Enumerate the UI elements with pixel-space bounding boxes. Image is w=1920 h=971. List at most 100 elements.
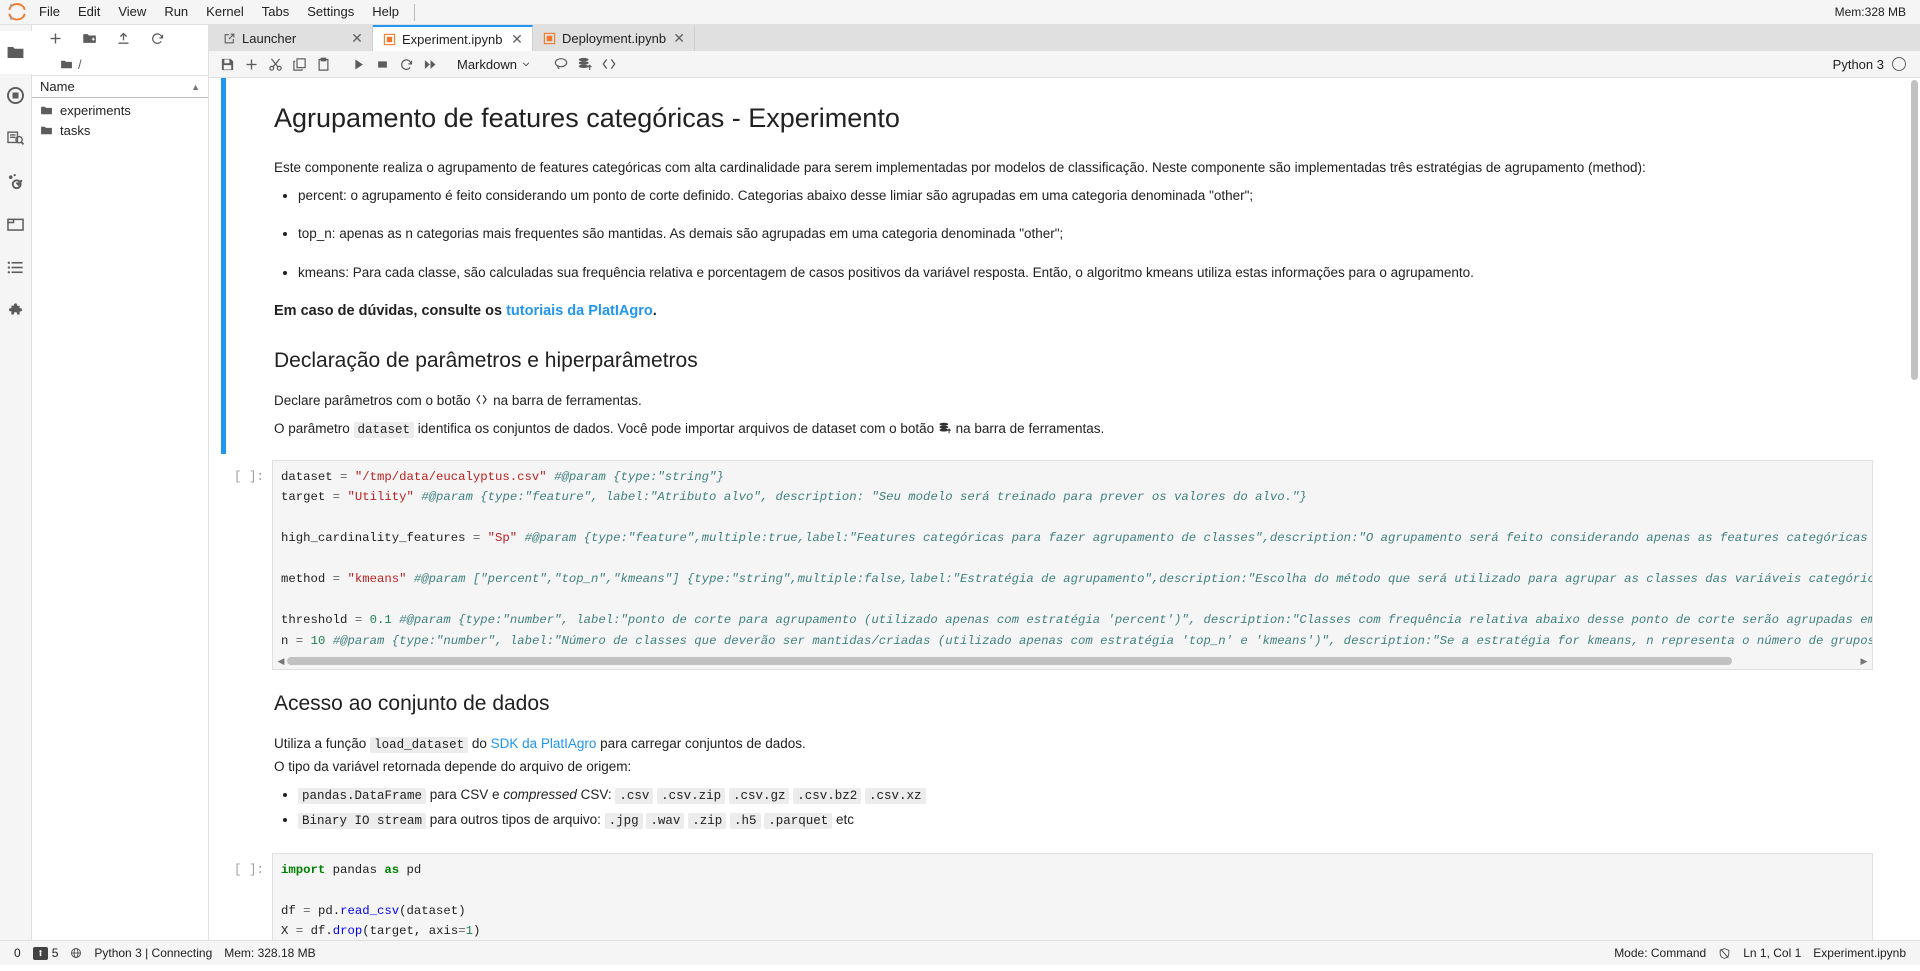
menu-help[interactable]: Help — [363, 1, 408, 23]
code-horizontal-scrollbar[interactable]: ◀ ▶ — [275, 655, 1870, 667]
new-launcher-button[interactable] — [38, 27, 72, 51]
ext-wav: .wav — [646, 812, 685, 829]
close-icon[interactable]: ✕ — [350, 31, 364, 45]
code-line — [273, 549, 1872, 570]
platiagro-dataset-button[interactable] — [549, 52, 573, 76]
sidebar-item-extension-manager[interactable] — [0, 289, 32, 332]
inline-code-dataset: dataset — [353, 421, 415, 438]
tab-experiment-notebook[interactable]: Experiment.ipynb ✕ — [373, 25, 533, 51]
scroll-right-arrow[interactable]: ▶ — [1858, 656, 1870, 667]
file-name: tasks — [60, 122, 91, 138]
dataset-text-3: na barra de ferramentas. — [951, 420, 1105, 436]
new-folder-button[interactable] — [72, 27, 106, 51]
restart-kernel-button[interactable] — [394, 52, 418, 76]
jupyter-logo-icon — [4, 1, 30, 23]
menu-edit[interactable]: Edit — [69, 1, 109, 23]
kernels-indicator[interactable]: 5 — [27, 946, 65, 960]
notebook-vertical-scrollbar[interactable] — [1909, 78, 1920, 940]
sidebar-item-open-tabs[interactable] — [0, 203, 32, 246]
cell-prompt: [ ]: — [233, 469, 264, 484]
close-icon[interactable]: ✕ — [510, 32, 524, 46]
paste-cell-button[interactable] — [311, 52, 335, 76]
main-dock-area: Launcher ✕ Experiment.ipynb ✕ Deployment… — [209, 25, 1920, 940]
sdk-link[interactable]: SDK da PlatIAgro — [491, 736, 597, 751]
close-icon[interactable]: ✕ — [672, 31, 686, 45]
upload-dataset-button[interactable] — [573, 52, 597, 76]
ext-csv-zip: .csv.zip — [657, 788, 726, 804]
kernels-count-value: 5 — [51, 946, 59, 960]
intro-paragraph: Este componente realiza o agrupamento de… — [274, 159, 1646, 175]
ext-parquet: .parquet — [764, 812, 833, 829]
restart-run-all-button[interactable] — [418, 52, 442, 76]
kernel-idle-icon[interactable] — [1712, 947, 1737, 960]
code-editor[interactable]: dataset = "/tmp/data/eucalyptus.csv" #@p… — [272, 459, 1873, 670]
scroll-thumb[interactable] — [287, 657, 1733, 665]
menu-file[interactable]: File — [30, 1, 69, 23]
sidebar-item-experiments[interactable] — [0, 117, 32, 160]
menu-kernel[interactable]: Kernel — [197, 1, 253, 23]
code-cell-parameters[interactable]: [ ]: dataset = "/tmp/data/eucalyptus.csv… — [209, 459, 1909, 670]
menu-divider — [413, 3, 415, 21]
code-line: target = "Utility" #@param {type:"featur… — [281, 490, 1307, 504]
section-title-dataset-access: Acesso ao conjunto de dados — [274, 692, 550, 715]
tutorials-link[interactable]: tutoriais da PlatIAgro — [506, 303, 653, 319]
copy-cell-button[interactable] — [287, 52, 311, 76]
cursor-position[interactable]: Ln 1, Col 1 — [1737, 946, 1807, 960]
list-item[interactable]: experiments — [32, 100, 208, 120]
sidebar-item-table-of-contents[interactable] — [0, 246, 32, 289]
code-line: X = df.drop(target, axis=1) — [281, 924, 481, 938]
declare-prefix: Declare parâmetros com o botão — [274, 392, 475, 408]
upload-button[interactable] — [106, 27, 140, 51]
save-button[interactable] — [215, 52, 239, 76]
run-cell-button[interactable] — [346, 52, 370, 76]
markdown-cell-dataset-access[interactable]: Acesso ao conjunto de dados Utiliza a fu… — [209, 670, 1909, 845]
markdown-cell-intro[interactable]: Agrupamento de features categóricas - Ex… — [209, 78, 1909, 454]
tab-launcher[interactable]: Launcher ✕ — [213, 25, 373, 51]
bullet-text-2: CSV: — [576, 787, 616, 802]
dataset-upload-icon — [939, 422, 951, 433]
kernel-name-label[interactable]: Python 3 — [1833, 57, 1884, 72]
notebook-toolbar: Markdown Python 3 — [209, 51, 1920, 78]
code-editor[interactable]: import pandas as pd df = pd.read_csv(dat… — [272, 852, 1873, 940]
sidebar-item-property-inspector[interactable] — [0, 160, 32, 203]
menu-settings[interactable]: Settings — [298, 1, 363, 23]
sidebar-item-file-browser[interactable] — [0, 31, 32, 74]
breadcrumb[interactable]: / — [32, 53, 208, 75]
stop-kernel-button[interactable] — [370, 52, 394, 76]
list-item[interactable]: tasks — [32, 120, 208, 140]
menu-run[interactable]: Run — [155, 1, 197, 23]
ext-csv-xz: .csv.xz — [865, 788, 926, 804]
emphasis-compressed: compressed — [503, 787, 577, 802]
cell-type-select[interactable]: Markdown — [448, 54, 538, 75]
sidebar-item-running[interactable] — [0, 74, 32, 117]
insert-cell-button[interactable] — [239, 52, 263, 76]
scroll-left-arrow[interactable]: ◀ — [275, 656, 287, 667]
tab-bar: Launcher ✕ Experiment.ipynb ✕ Deployment… — [209, 25, 1920, 51]
markdown-content: Agrupamento de features categóricas - Ex… — [226, 78, 1909, 454]
status-bar: 0 5 Python 3 | Connecting Mem: 328.18 MB… — [0, 940, 1920, 965]
scroll-track[interactable] — [287, 657, 1858, 665]
code-line: n = 10 #@param {type:"number", label:"Nú… — [281, 633, 1872, 648]
editor-mode[interactable]: Mode: Command — [1608, 946, 1712, 960]
kernel-globe-icon[interactable] — [64, 947, 88, 959]
menu-tabs[interactable]: Tabs — [253, 1, 298, 23]
file-type-list: pandas.DataFrame para CSV e compressed C… — [274, 785, 1873, 831]
tab-label: Launcher — [242, 30, 297, 46]
refresh-button[interactable] — [140, 27, 174, 51]
terminals-count[interactable]: 0 — [8, 946, 27, 960]
code-line: high_cardinality_features = "Sp" #@param… — [281, 531, 1872, 545]
code-line: method = "kmeans" #@param ["percent","to… — [281, 572, 1872, 586]
activity-bar — [0, 25, 32, 940]
ext-jpg: .jpg — [604, 812, 643, 829]
bullet-text-3: para outros tipos de arquivo: — [426, 811, 605, 827]
menu-view[interactable]: View — [109, 1, 155, 23]
declare-parameters-button[interactable] — [597, 52, 621, 76]
tab-deployment-notebook[interactable]: Deployment.ipynb ✕ — [533, 25, 696, 51]
ext-h5: .h5 — [729, 812, 761, 829]
kernel-info[interactable]: Python 3 | Connecting — [88, 946, 218, 960]
file-list-header[interactable]: Name ▲ — [32, 75, 208, 98]
scroll-thumb[interactable] — [1911, 80, 1918, 380]
tab-label: Experiment.ipynb — [402, 31, 503, 47]
cut-cell-button[interactable] — [263, 52, 287, 76]
code-cell-import[interactable]: [ ]: import pandas as pd df = pd.read_cs… — [209, 852, 1909, 940]
